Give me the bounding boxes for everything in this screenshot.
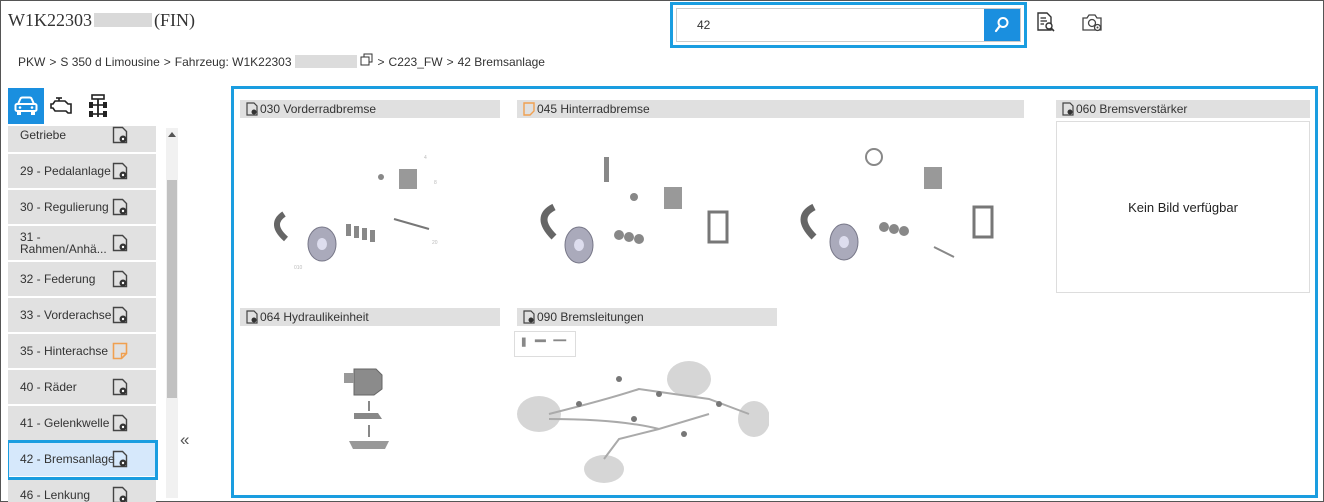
document-icon xyxy=(112,306,128,324)
breadcrumb-code[interactable]: C223_FW xyxy=(389,55,443,69)
group-header-064[interactable]: 064 Hydraulikeinheit xyxy=(240,308,500,326)
sidebar-item-label: 35 - Hinterachse xyxy=(20,344,109,358)
sidebar-scrollbar[interactable] xyxy=(166,128,178,498)
sidebar-item[interactable]: 46 - Lenkung xyxy=(8,478,156,502)
group-header-030[interactable]: 030 Vorderradbremse xyxy=(240,100,500,118)
diagram-thumbnail-045b[interactable] xyxy=(774,127,1024,272)
group-header-045[interactable]: 045 Hinterradbremse xyxy=(517,100,1024,118)
tab-vehicle[interactable] xyxy=(8,88,44,124)
document-icon xyxy=(112,378,128,396)
document-icon xyxy=(112,126,128,144)
sidebar-item-label: Getriebe xyxy=(20,128,67,142)
document-icon xyxy=(246,102,258,116)
breadcrumb-separator: > xyxy=(377,54,385,69)
group-grid: 030 Vorderradbremse 4 8 20 010 045 Hinterra… xyxy=(231,86,1318,498)
sidebar-item[interactable]: 31 - Rahmen/Anhä... xyxy=(8,226,156,262)
search-input[interactable] xyxy=(677,9,985,41)
svg-text:4: 4 xyxy=(424,155,427,161)
chassis-icon xyxy=(89,94,107,117)
sidebar-item-label: 40 - Räder xyxy=(20,380,77,394)
svg-text:010: 010 xyxy=(294,265,303,269)
sidebar-item-label: 29 - Pedalanlage xyxy=(20,164,111,178)
search-container xyxy=(670,2,1027,48)
camera-gear-icon[interactable] xyxy=(1081,11,1103,33)
document-search-icon[interactable] xyxy=(1034,11,1056,33)
document-warning-icon xyxy=(523,102,535,116)
car-icon xyxy=(14,96,38,115)
document-icon xyxy=(112,270,128,288)
sidebar-list: Getriebe 29 - Pedalanlage 30 - Regulierung… xyxy=(8,126,178,502)
vin-title: W1K22303 (FIN) xyxy=(8,10,195,31)
diagram-thumbnail-090[interactable] xyxy=(509,359,770,484)
breadcrumb-separator: > xyxy=(163,54,171,69)
search-box xyxy=(676,8,1021,42)
group-header-090[interactable]: 090 Bremsleitungen xyxy=(517,308,777,326)
search-icon xyxy=(994,17,1009,33)
vin-suffix: (FIN) xyxy=(154,10,195,30)
document-icon xyxy=(112,414,128,432)
document-icon xyxy=(523,310,535,324)
group-title: 064 Hydraulikeinheit xyxy=(260,310,369,324)
breadcrumb-group: 42 Bremsanlage xyxy=(457,54,545,69)
diagram-thumbnail-045a[interactable] xyxy=(514,127,754,272)
vin-redacted xyxy=(294,55,357,68)
sidebar-item-label: 31 - Rahmen/Anhä... xyxy=(20,230,107,256)
no-image-placeholder: Kein Bild verfügbar xyxy=(1056,121,1310,293)
sidebar-item-label: 30 - Regulierung xyxy=(20,200,109,214)
sidebar-item-label: 46 - Lenkung xyxy=(20,488,91,502)
vin-prefix: W1K22303 xyxy=(8,10,92,30)
sidebar-item-label: 41 - Gelenkwelle xyxy=(20,416,110,430)
category-tabs xyxy=(8,88,116,124)
vin-redacted xyxy=(94,13,152,27)
sidebar-item[interactable]: 29 - Pedalanlage xyxy=(8,154,156,190)
sidebar-item-label: 42 - Bremsanlage xyxy=(20,452,115,466)
breadcrumb-model[interactable]: S 350 d Limousine xyxy=(60,55,159,69)
breadcrumb: PKW > S 350 d Limousine > Fahrzeug: W1K2… xyxy=(18,53,545,70)
svg-text:8: 8 xyxy=(434,180,437,186)
document-icon xyxy=(1062,102,1074,116)
document-icon xyxy=(246,310,258,324)
scroll-thumb[interactable] xyxy=(167,180,177,398)
svg-text:20: 20 xyxy=(432,240,438,246)
sidebar-item[interactable]: 41 - Gelenkwelle xyxy=(8,406,156,442)
document-icon xyxy=(112,450,128,468)
breadcrumb-separator: > xyxy=(446,54,454,69)
sidebar-item[interactable]: 42 - Bremsanlage xyxy=(8,440,158,480)
breadcrumb-separator: > xyxy=(49,54,57,69)
tab-engine[interactable] xyxy=(44,88,80,124)
document-icon xyxy=(112,198,128,216)
search-button[interactable] xyxy=(984,9,1020,41)
document-icon xyxy=(112,162,128,180)
group-title: 030 Vorderradbremse xyxy=(260,102,377,116)
breadcrumb-pkw[interactable]: PKW xyxy=(18,55,45,69)
group-title: 090 Bremsleitungen xyxy=(537,310,644,324)
engine-icon xyxy=(50,97,72,114)
sidebar-item[interactable]: 40 - Räder xyxy=(8,370,156,406)
document-warning-icon xyxy=(112,342,128,360)
sidebar-item[interactable]: Getriebe xyxy=(8,126,156,154)
sidebar-item[interactable]: 32 - Federung xyxy=(8,262,156,298)
group-title: 060 Bremsverstärker xyxy=(1076,102,1188,116)
sidebar-item-label: 33 - Vorderachse xyxy=(20,308,112,322)
group-header-060[interactable]: 060 Bremsverstärker xyxy=(1056,100,1310,118)
sidebar-item[interactable]: 33 - Vorderachse xyxy=(8,298,156,334)
sidebar-item[interactable]: 30 - Regulierung xyxy=(8,190,156,226)
tab-chassis[interactable] xyxy=(80,88,116,124)
collapse-sidebar-button[interactable]: « xyxy=(180,430,189,450)
diagram-thumbnail-090-small[interactable] xyxy=(514,331,576,357)
sidebar-item[interactable]: 35 - Hinterachse xyxy=(8,334,156,370)
scroll-up-arrow[interactable] xyxy=(168,132,176,137)
sidebar-item-label: 32 - Federung xyxy=(20,272,96,286)
diagram-thumbnail-030[interactable]: 4 8 20 010 xyxy=(254,129,464,271)
diagram-thumbnail-064[interactable] xyxy=(334,351,414,471)
document-icon xyxy=(112,486,128,502)
document-icon xyxy=(112,234,128,252)
breadcrumb-vehicle[interactable]: Fahrzeug: W1K22303 xyxy=(175,55,292,69)
group-title: 045 Hinterradbremse xyxy=(537,102,650,116)
copy-icon[interactable] xyxy=(360,53,374,70)
